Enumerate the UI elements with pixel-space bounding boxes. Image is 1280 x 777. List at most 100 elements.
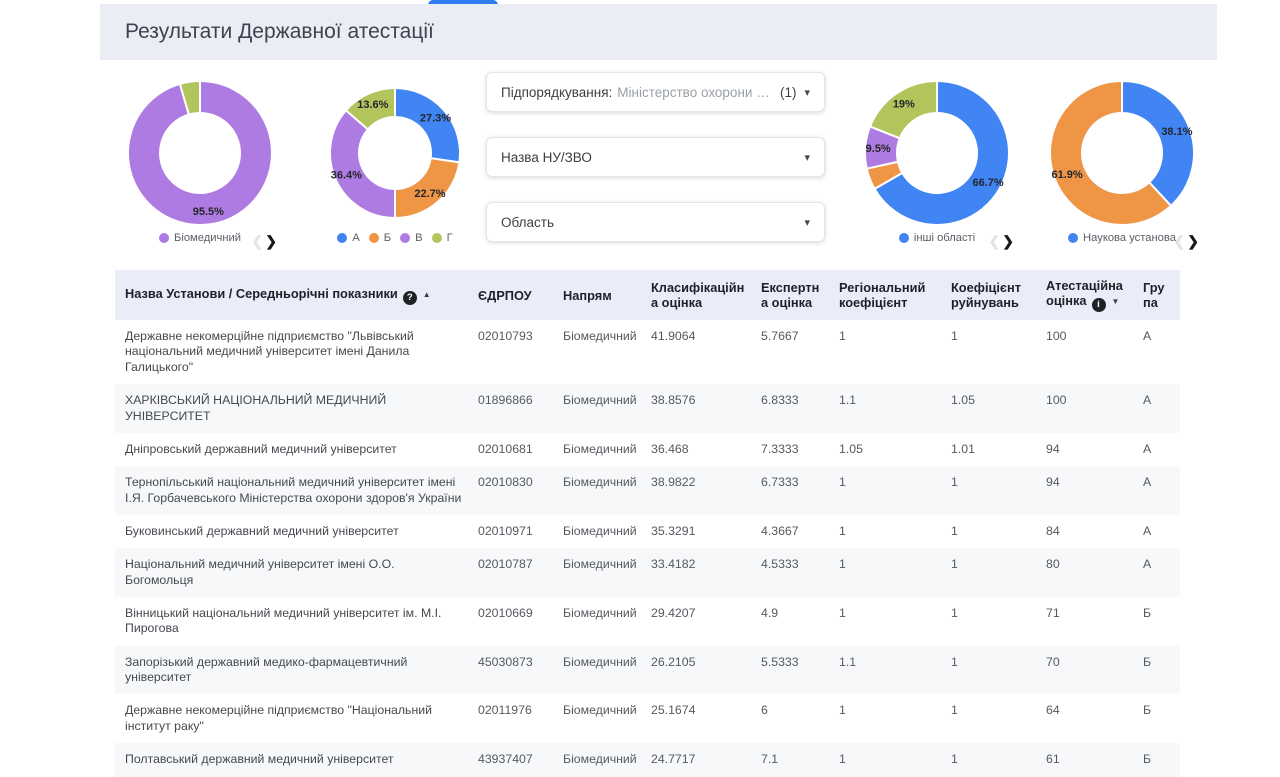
value-cell: 4.3667: [761, 523, 799, 538]
value-cell: 1: [839, 752, 846, 767]
value-cell: Б: [1143, 606, 1152, 621]
chevron-left-icon[interactable]: ❮: [989, 234, 1001, 248]
legend-label: інші області: [913, 232, 976, 244]
table-row: Вінницький національний медичний універс…: [115, 597, 1180, 646]
legend-label: В: [415, 232, 423, 244]
value-cell: 1.1: [839, 393, 857, 408]
chevron-left-icon[interactable]: ❮: [252, 234, 264, 248]
column-header[interactable]: Назва Установи / Середньорічні показники…: [115, 270, 470, 321]
donut-slice[interactable]: [1121, 79, 1195, 208]
value-cell: 4.5333: [761, 557, 799, 572]
slice-percent-label: 66.7%: [972, 177, 1003, 189]
value-cell: 02011976: [478, 703, 532, 718]
column-header-label: Назва Установи / Середньорічні показники: [125, 285, 398, 301]
column-header-label: ЄДРПОУ: [478, 287, 532, 303]
chevron-right-icon[interactable]: ❯: [1187, 234, 1199, 248]
table-row: Тернопільський національний медичний уні…: [115, 466, 1180, 515]
chevron-right-icon[interactable]: ❯: [265, 234, 277, 248]
value-cell: Біомедичний: [563, 523, 637, 538]
chart-legend: Біомедичний ❮ ❯: [125, 229, 277, 248]
filter-subordination[interactable]: Підпорядкування: Міністерство охорони зд…: [486, 72, 825, 112]
institution-name-cell: Національний медичний університет імені …: [125, 557, 395, 587]
column-header[interactable]: Напрям: [555, 270, 643, 321]
value-cell: 1: [839, 523, 846, 538]
value-cell: Біомедичний: [563, 393, 637, 408]
column-header[interactable]: Атестаційна оцінка i ▼: [1038, 270, 1135, 321]
donut-slice[interactable]: [329, 108, 396, 220]
value-cell: А: [1143, 557, 1152, 572]
chart-legend: А Б В Г: [320, 229, 470, 247]
donut-chart-canvas: 38.1% 61.9%: [1049, 79, 1195, 226]
filter-region[interactable]: Область ▾: [486, 202, 825, 242]
help-icon[interactable]: ?: [402, 290, 417, 305]
value-cell: Б: [1143, 654, 1152, 669]
table-row: Буковинський державний медичний універси…: [115, 515, 1180, 548]
institution-name-cell: Дніпровський державний медичний універси…: [125, 441, 397, 456]
value-cell: 1: [839, 557, 846, 572]
filter-label: Підпорядкування:: [501, 84, 613, 100]
value-cell: Біомедичний: [563, 557, 637, 572]
value-cell: 4.9: [761, 606, 779, 621]
legend-dot: [898, 233, 909, 243]
value-cell: 02010830: [478, 475, 533, 490]
legend-item: Біомедичний: [159, 232, 241, 244]
legend-item: Наукова установа: [1068, 232, 1176, 244]
value-cell: 1: [839, 475, 846, 490]
donut-svg-holder: 38.1% 61.9%: [1047, 78, 1197, 228]
value-cell: 1: [839, 703, 846, 718]
table-row: Запорізький державний медико-фармацевтич…: [115, 645, 1180, 695]
column-header[interactable]: Група: [1135, 270, 1180, 321]
column-header[interactable]: Класифікаційна оцінка: [643, 270, 753, 321]
legend-item: В: [400, 232, 423, 244]
donut-chart-canvas: 27.3% 22.7% 36.4% 13.6%: [329, 86, 461, 220]
chevron-right-icon[interactable]: ❯: [1002, 234, 1014, 248]
value-cell: 7.1: [761, 752, 779, 767]
value-cell: 02010669: [478, 606, 533, 621]
donut-svg-holder: 66.7% 9.5% 19%: [862, 78, 1012, 228]
value-cell: 43937407: [478, 752, 533, 767]
filter-count: (1): [779, 84, 797, 100]
results-table-wrap: Назва Установи / Середньорічні показники…: [115, 270, 1180, 777]
table-row: ХАРКІВСЬКИЙ НАЦІОНАЛЬНИЙ МЕДИЧНИЙ УНІВЕР…: [115, 384, 1180, 433]
slice-percent-label: 19%: [893, 99, 915, 111]
sort-desc-icon[interactable]: ▼: [1112, 297, 1120, 306]
value-cell: Біомедичний: [563, 703, 637, 718]
institution-name-cell: ХАРКІВСЬКИЙ НАЦІОНАЛЬНИЙ МЕДИЧНИЙ УНІВЕР…: [125, 393, 387, 423]
slice-percent-label: 36.4%: [331, 170, 362, 182]
institution-name-cell: Полтавський державний медичний університ…: [125, 752, 394, 767]
donut-chart-regions: 66.7% 9.5% 19% інші області ❮ ❯: [862, 78, 1014, 248]
value-cell: 94: [1046, 475, 1060, 490]
column-header[interactable]: Регіональний коефіцієнт: [831, 270, 943, 321]
value-cell: А: [1143, 329, 1152, 344]
value-cell: Біомедичний: [563, 752, 637, 767]
column-header[interactable]: ЄДРПОУ: [470, 270, 555, 321]
value-cell: А: [1143, 475, 1152, 490]
value-cell: Біомедичний: [563, 606, 637, 621]
value-cell: 38.9822: [651, 475, 696, 490]
info-icon[interactable]: i: [1091, 298, 1106, 313]
column-header[interactable]: Коефіцієнт руйнувань: [943, 270, 1038, 321]
legend-label: А: [352, 232, 360, 244]
value-cell: 01896866: [478, 393, 533, 408]
donut-slice[interactable]: [394, 86, 461, 164]
value-cell: 5.7667: [761, 329, 799, 344]
column-header[interactable]: Експертна оцінка: [753, 270, 831, 321]
value-cell: 45030873: [478, 654, 533, 669]
value-cell: 1: [951, 329, 958, 344]
value-cell: А: [1143, 441, 1152, 456]
value-cell: 02010787: [478, 557, 533, 572]
value-cell: 1: [951, 523, 958, 538]
value-cell: 1: [951, 557, 958, 572]
legend-carousel-nav: ❮ ❯: [989, 234, 1014, 248]
value-cell: 100: [1046, 393, 1067, 408]
sort-asc-icon[interactable]: ▲: [423, 290, 431, 299]
filter-institution-name[interactable]: Назва НУ/ЗВО ▾: [486, 137, 825, 177]
legend-carousel-nav: ❮ ❯: [252, 234, 277, 248]
institution-name-cell: Тернопільський національний медичний уні…: [125, 475, 462, 505]
value-cell: 94: [1046, 441, 1060, 456]
value-cell: 71: [1046, 606, 1060, 621]
value-cell: 24.7717: [651, 752, 696, 767]
caret-down-icon: ▾: [804, 216, 810, 229]
chevron-left-icon[interactable]: ❮: [1174, 234, 1186, 248]
value-cell: 1: [951, 703, 958, 718]
